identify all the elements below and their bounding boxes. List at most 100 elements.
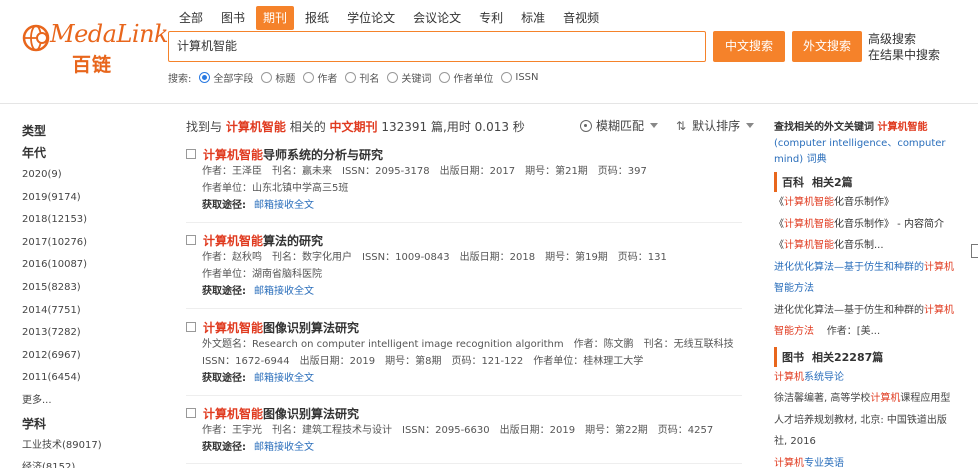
search-input[interactable]: 计算机智能 — [168, 31, 706, 62]
subject-filter-item[interactable]: 工业技术(89017) — [22, 435, 142, 458]
access-label: 获取途径: — [202, 373, 246, 384]
result-meta-line: ISSN：1672-6944 出版日期：2019 期号：第8期 页码：121-1… — [202, 356, 644, 367]
category-tab[interactable]: 音视频 — [556, 6, 606, 30]
result-checkbox[interactable] — [186, 408, 196, 418]
summary-count: 132391 篇,用时 0.013 秒 — [381, 120, 525, 134]
category-tab[interactable]: 标准 — [514, 6, 552, 30]
book-link-2[interactable]: 计算机专业英语 — [774, 453, 954, 468]
baike-item-hl: 计算机智能 — [784, 218, 834, 230]
category-tab[interactable]: 专利 — [472, 6, 510, 30]
result-title[interactable]: 计算机智能 算法的研究 — [186, 231, 742, 249]
year-filter-item[interactable]: 2020(9) — [22, 164, 142, 187]
search-field-option[interactable]: ISSN — [501, 71, 539, 83]
advanced-search-link[interactable]: 高级搜索 — [868, 31, 940, 47]
result-title[interactable]: 计算机智能 图像识别算法研究 — [186, 404, 742, 422]
category-tab[interactable]: 会议论文 — [406, 6, 468, 30]
radio-icon — [387, 71, 399, 83]
category-tab[interactable]: 期刊 — [256, 6, 295, 30]
search-field-option-label: 关键词 — [401, 73, 432, 85]
baike-extra-link[interactable]: 进化优化算法—基于仿生和种群的计算机智能方法 — [774, 257, 954, 300]
year-title: 年代 — [22, 146, 47, 160]
year-filter-item[interactable]: 2016(10087) — [22, 254, 142, 277]
book-desc-hl: 计算机 — [870, 393, 901, 404]
radio-icon — [303, 71, 315, 83]
year-filter-item[interactable]: 2011(6454) — [22, 367, 142, 390]
baike-section-title: 百科 相关2篇 — [774, 172, 954, 192]
year-filter-item[interactable]: 2017(10276) — [22, 232, 142, 255]
baike-item-post: 化音乐制作》 - 内容简介 — [834, 218, 944, 230]
category-tab[interactable]: 学位论文 — [340, 6, 402, 30]
scroll-edge-mark[interactable] — [971, 244, 978, 258]
year-filter-item[interactable]: 2014(7751) — [22, 300, 142, 323]
logo-text: MedaLink — [50, 20, 169, 48]
book-title: 图书 — [782, 350, 804, 364]
subject-filter-item[interactable]: 经济(8152) — [22, 457, 142, 468]
email-fulltext-link[interactable]: 邮箱接收全文 — [254, 373, 314, 384]
year-filter-item[interactable]: 2015(8283) — [22, 277, 142, 300]
search-field-option[interactable]: 关键词 — [387, 70, 431, 85]
search-field-options: 搜索: 全部字段 标题 作者 刊名 关键词 作者单位 ISSN — [168, 69, 547, 85]
year-filter-item[interactable]: 2013(7282) — [22, 322, 142, 345]
baike-item-pre: 《 — [774, 218, 784, 230]
type-title[interactable]: 类型 — [22, 120, 142, 142]
baike-item-link[interactable]: 《计算机智能化音乐制作》 — [774, 192, 954, 214]
baike-extra-text: 进化优化算法—基于仿生和种群的计算机智能方法 作者：[美... — [774, 300, 954, 343]
search-field-option[interactable]: 作者 — [303, 70, 337, 85]
email-fulltext-link[interactable]: 邮箱接收全文 — [254, 442, 314, 453]
result-title-text: 图像识别算法研究 — [263, 320, 360, 335]
book-link[interactable]: 计算机系统导论 — [774, 367, 954, 389]
search-within-link[interactable]: 在结果中搜索 — [868, 47, 940, 63]
book-link2-hl: 计算机 — [774, 457, 804, 468]
category-tab[interactable]: 图书 — [214, 6, 252, 30]
email-fulltext-link[interactable]: 邮箱接收全文 — [254, 200, 314, 211]
category-tab[interactable]: 全部 — [172, 6, 210, 30]
search-field-option[interactable]: 作者单位 — [439, 70, 493, 85]
result-item: 计算机智能 算法的研究 作者：赵秋鸣 刊名：数字化用户 ISSN：1009-0843… — [186, 231, 742, 309]
baike-item-link[interactable]: 《计算机智能化音乐制... — [774, 235, 954, 257]
search-field-option[interactable]: 全部字段 — [199, 70, 253, 85]
access-label: 获取途径: — [202, 442, 246, 453]
baike-text-hl: 计算机 — [924, 304, 954, 316]
search-field-option[interactable]: 标题 — [261, 70, 295, 85]
book-section-title: 图书 相关22287篇 — [774, 346, 954, 367]
baike-item-link[interactable]: 《计算机智能化音乐制作》 - 内容简介 — [774, 214, 954, 236]
baike-item-post: 化音乐制作》 — [834, 197, 894, 208]
email-fulltext-link[interactable]: 邮箱接收全文 — [254, 286, 314, 297]
sort-icon: ⇅ — [676, 118, 687, 133]
result-access: 获取途径: 邮箱接收全文 — [186, 370, 742, 387]
summary-type: 中文期刊 — [329, 120, 378, 134]
advanced-links: 高级搜索 在结果中搜索 — [868, 31, 940, 63]
result-item: 计算机智能 导师系统的分析与研究 作者：王泽臣 刊名：赢未来 ISSN：2095-3… — [186, 145, 742, 223]
result-meta-line: 作者单位：湖南省脑科医院 — [202, 269, 322, 280]
result-title[interactable]: 计算机智能 图像识别算法研究 — [186, 318, 742, 336]
result-item: 计算机智能 图像识别算法研究 作者：王宇光 刊名：建筑工程技术与设计 ISSN：20… — [186, 404, 742, 464]
baike-extra-hl: 计算机 — [924, 261, 954, 273]
baike-extra-a: 进化优化算法—基于仿生和种群的 — [774, 261, 924, 273]
category-tabs: 全部 图书 期刊 报纸 学位论文 会议论文 专利 标准 音视频 — [172, 6, 610, 30]
baike-item-hl: 计算机智能 — [784, 197, 834, 208]
kw-terms-link[interactable]: (computer intelligence、computer mind) — [774, 138, 946, 165]
result-checkbox[interactable] — [186, 149, 196, 159]
result-access: 获取途径: 邮箱接收全文 — [186, 439, 742, 456]
year-filter-item[interactable]: 2018(12153) — [22, 209, 142, 232]
result-checkbox[interactable] — [186, 322, 196, 332]
year-filter-item[interactable]: 2012(6967) — [22, 345, 142, 368]
book-description: 徐洁馨编著, 高等学校计算机课程应用型人才培养规划教材, 北京: 中国铁道出版社… — [774, 388, 954, 453]
year-filter-item[interactable]: 2019(9174) — [22, 187, 142, 210]
kw-prefix: 查找相关的外文关键词 — [774, 122, 874, 133]
search-field-option-label: 全部字段 — [213, 73, 254, 85]
category-tab[interactable]: 报纸 — [298, 6, 336, 30]
sort-dropdown[interactable]: ⇅ 默认排序 — [676, 117, 755, 134]
chinese-search-button[interactable]: 中文搜索 — [713, 31, 785, 62]
dictionary-link[interactable]: 词典 — [807, 154, 827, 165]
radio-icon — [345, 71, 357, 83]
more-years-link[interactable]: 更多... — [22, 390, 142, 413]
subject-title: 学科 — [22, 416, 47, 431]
fuzzy-match-dropdown[interactable]: 模糊匹配 — [580, 117, 659, 134]
result-checkbox[interactable] — [186, 235, 196, 245]
search-field-option-label: 作者 — [317, 73, 338, 85]
foreign-search-button[interactable]: 外文搜索 — [792, 31, 862, 62]
search-field-option[interactable]: 刊名 — [345, 70, 379, 85]
logo[interactable]: MedaLink 百链 — [20, 16, 169, 76]
result-title[interactable]: 计算机智能 导师系统的分析与研究 — [186, 145, 742, 163]
